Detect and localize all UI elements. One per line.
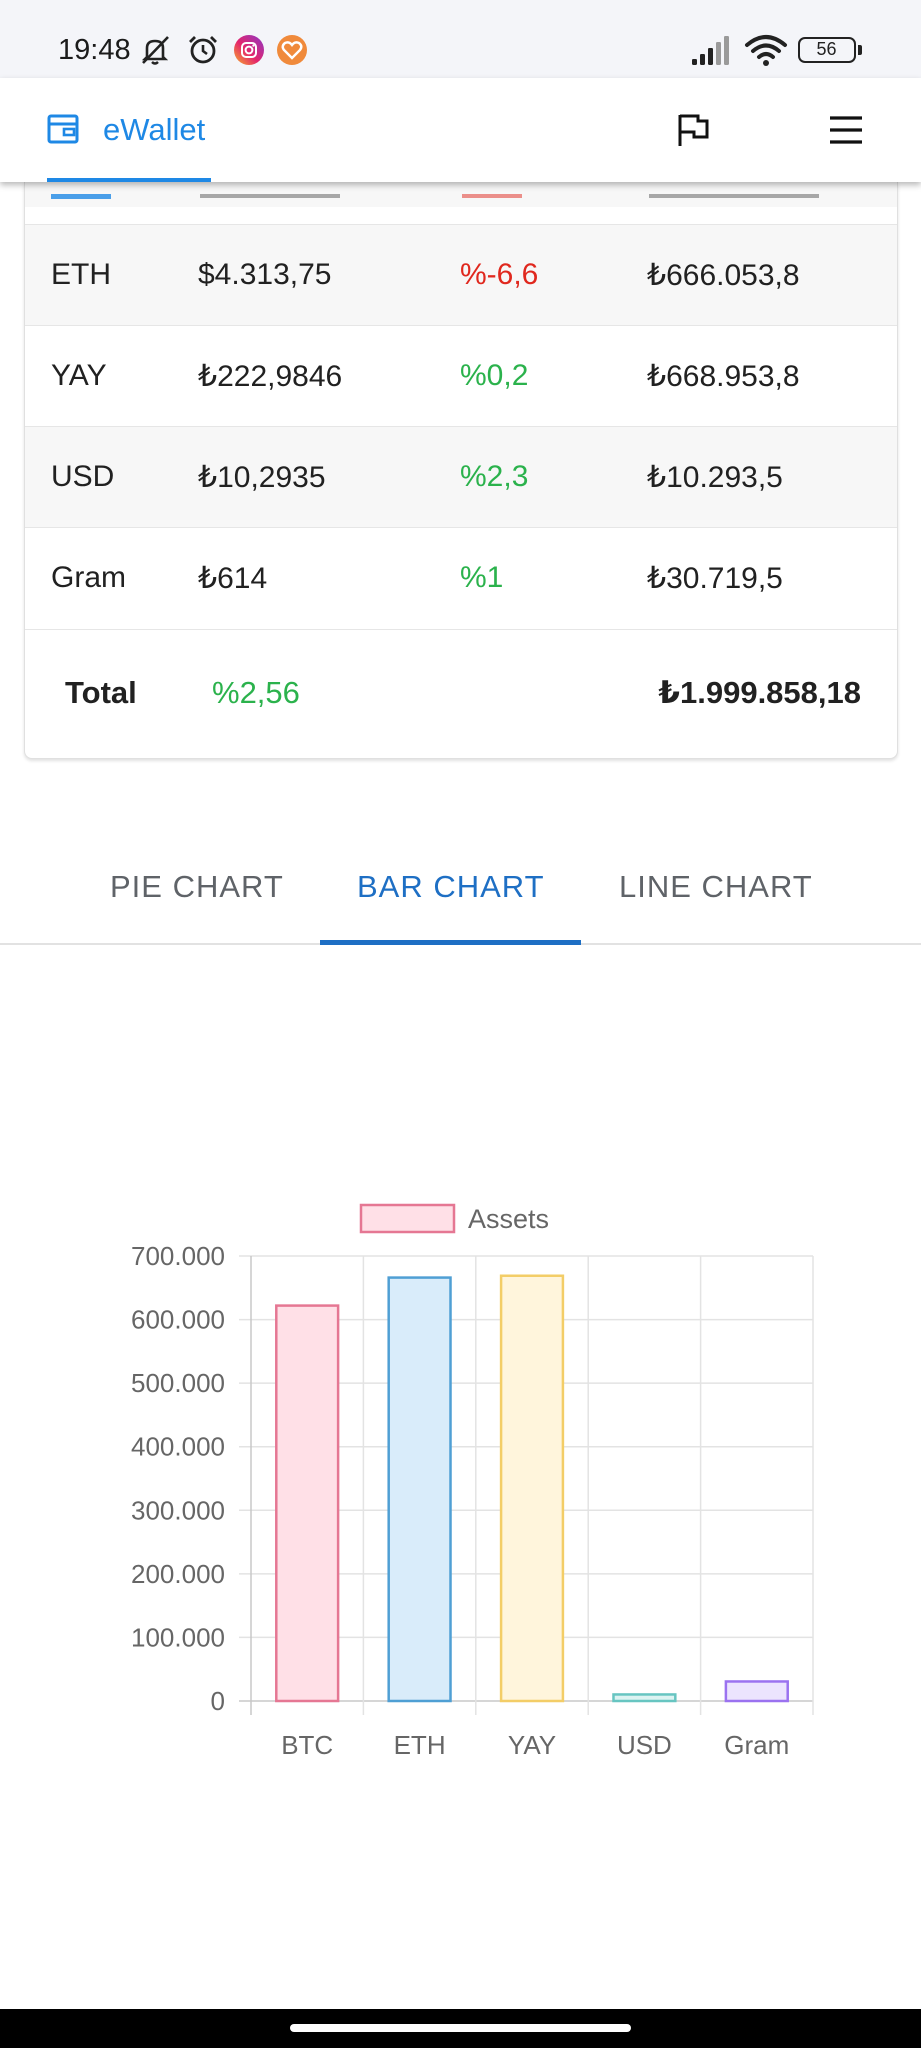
y-tick-label: 100.000 — [131, 1622, 225, 1652]
asset-change: %2,3 — [460, 460, 529, 493]
x-tick-label: Gram — [724, 1730, 789, 1760]
wallet-icon[interactable] — [47, 114, 79, 144]
y-tick-label: 300.000 — [131, 1495, 225, 1525]
hamburger-menu-icon[interactable] — [826, 110, 866, 150]
tab-line-chart[interactable]: LINE CHART — [619, 869, 813, 905]
asset-name: Gram — [51, 561, 126, 594]
status-time: 19:48 — [58, 34, 131, 66]
asset-change: %-6,6 — [460, 258, 539, 291]
table-total-row: Total %2,56 ₺1.999.858,18 — [25, 629, 897, 758]
brand-title[interactable]: eWallet — [103, 112, 205, 148]
asset-change: %1 — [460, 561, 504, 594]
alarm-icon — [189, 36, 217, 64]
instagram-icon — [234, 35, 264, 65]
tab-active-indicator — [320, 940, 581, 945]
bar-usd — [612, 1693, 677, 1703]
asset-price: ₺10,2935 — [198, 461, 326, 494]
asset-value: ₺10.293,5 — [647, 461, 783, 494]
system-navigation-bar — [0, 2009, 921, 2048]
asset-value: ₺668.953,8 — [647, 360, 800, 393]
asset-name: USD — [51, 460, 115, 493]
wifi-icon — [745, 35, 787, 66]
asset-name: YAY — [51, 359, 107, 392]
asset-price: ₺222,9846 — [198, 360, 343, 393]
x-tick-label: USD — [617, 1730, 672, 1760]
x-tick-label: YAY — [508, 1730, 556, 1760]
asset-value: ₺666.053,8 — [647, 259, 800, 292]
total-label: Total — [65, 675, 137, 710]
asset-value: ₺30.719,5 — [647, 562, 783, 595]
asset-change: %0,2 — [460, 359, 529, 392]
bar-eth — [387, 1276, 452, 1703]
y-tick-label: 400.000 — [131, 1432, 225, 1462]
battery-level: 56 — [816, 39, 837, 59]
brand-active-indicator — [47, 178, 211, 182]
table-row-scrolled-off — [25, 182, 897, 207]
total-amount: ₺1.999.858,18 — [658, 675, 861, 710]
asset-price: ₺614 — [198, 562, 268, 595]
home-gesture-handle[interactable] — [290, 2024, 631, 2032]
legend-label: Assets — [468, 1204, 549, 1234]
tab-bar-chart[interactable]: BAR CHART — [357, 869, 545, 905]
y-tick-label: 200.000 — [131, 1559, 225, 1589]
asset-name: ETH — [51, 258, 111, 291]
tab-pie-chart[interactable]: PIE CHART — [110, 869, 284, 905]
x-tick-label: ETH — [394, 1730, 446, 1760]
y-tick-label: 0 — [211, 1686, 225, 1716]
flag-icon[interactable] — [674, 110, 712, 150]
table-row[interactable]: YAY ₺222,9846 %0,2 ₺668.953,8 — [25, 325, 897, 426]
app-bar: eWallet — [0, 78, 921, 182]
signal-icon — [692, 36, 729, 65]
status-bar: 19:48 56 — [0, 0, 921, 78]
legend-swatch — [359, 1203, 456, 1234]
assets-bar-chart: 0 100.000 200.000 300.000 400.000 500.000 600.… — [131, 1203, 814, 1760]
table-row[interactable]: USD ₺10,2935 %2,3 ₺10.293,5 — [25, 426, 897, 527]
total-change: %2,56 — [212, 675, 300, 710]
mute-icon — [141, 36, 169, 65]
asset-table: ETH $4.313,75 %-6,6 ₺666.053,8 YAY ₺222,… — [24, 182, 898, 759]
bar-yay — [499, 1274, 565, 1703]
y-tick-label: 700.000 — [131, 1241, 225, 1271]
asset-price: $4.313,75 — [198, 258, 332, 291]
table-row[interactable]: ETH $4.313,75 %-6,6 ₺666.053,8 — [25, 224, 897, 325]
notification-app-icon — [277, 35, 307, 65]
bar-gram — [724, 1680, 789, 1703]
chart-tabs: PIE CHART BAR CHART LINE CHART — [0, 842, 921, 945]
x-tick-label: BTC — [281, 1730, 333, 1760]
y-tick-label: 600.000 — [131, 1305, 225, 1335]
bar-btc — [275, 1304, 340, 1703]
table-row[interactable]: Gram ₺614 %1 ₺30.719,5 — [25, 527, 897, 628]
battery-icon: 56 — [798, 37, 862, 63]
y-tick-label: 500.000 — [131, 1368, 225, 1398]
